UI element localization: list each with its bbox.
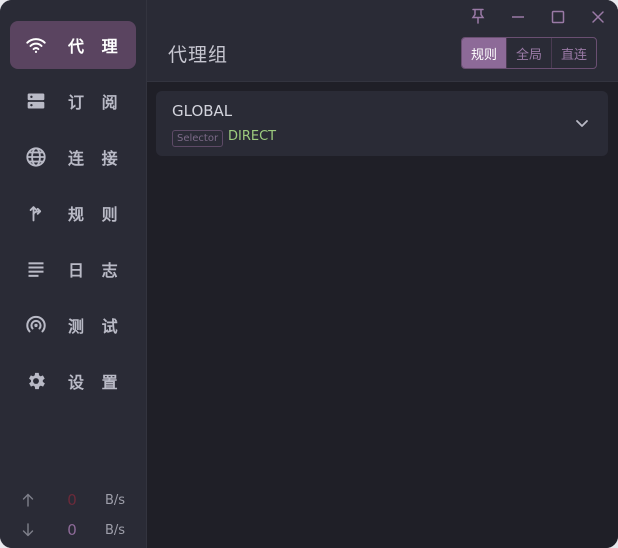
sidebar-item-label: 订 阅 [68,93,124,112]
sidebar-item-label: 连 接 [68,149,124,168]
pin-icon [471,8,485,28]
gear-icon [24,369,48,393]
arrow-down-icon [20,522,36,538]
upload-traffic: 0 B/s [0,488,146,512]
radar-icon [24,313,48,337]
sidebar-item-test[interactable]: 测 试 [10,301,136,349]
main-content: 代理组 规则 全局 直连 GLOBAL Selector DIRECT [147,0,618,548]
sidebar-item-logs[interactable]: 日 志 [10,245,136,293]
maximize-button[interactable] [548,8,568,28]
sidebar-item-subscription[interactable]: 订 阅 [10,77,136,125]
download-speed-value: 0 [67,521,77,539]
fork-arrow-icon [24,201,48,225]
maximize-icon [551,9,565,28]
sidebar-item-label: 日 志 [68,261,124,280]
minimize-icon [511,9,525,28]
upload-speed-unit: B/s [105,492,126,508]
mode-global-button[interactable]: 全局 [506,38,551,68]
download-speed-unit: B/s [105,522,126,538]
proxy-group-current: DIRECT [228,129,277,144]
mode-direct-button[interactable]: 直连 [551,38,596,68]
page-title: 代理组 [168,44,229,66]
sidebar-item-rules[interactable]: 规 则 [10,189,136,237]
pin-button[interactable] [468,8,488,28]
proxy-group-name: GLOBAL [172,102,233,120]
sidebar-item-connections[interactable]: 连 接 [10,133,136,181]
arrow-up-icon [20,492,36,508]
proxy-group-card[interactable]: GLOBAL Selector DIRECT [156,91,608,156]
sidebar-item-label: 测 试 [68,317,124,336]
server-icon [24,89,48,113]
download-traffic: 0 B/s [0,518,146,542]
sidebar-item-settings[interactable]: 设 置 [10,357,136,405]
sidebar-item-label: 设 置 [68,373,124,392]
globe-icon [24,145,48,169]
proxy-group-type-badge: Selector [172,130,224,147]
wifi-icon [24,33,48,57]
sidebar: 代 理 订 阅 连 接 规 则 日 志 测 试 设 置 0 B/s 0 B/s [0,0,147,548]
mode-rule-button[interactable]: 规则 [462,38,506,68]
minimize-button[interactable] [508,8,528,28]
sidebar-item-label: 规 则 [68,205,124,224]
close-button[interactable] [588,8,608,28]
chevron-down-icon[interactable] [574,115,590,131]
close-icon [591,9,605,28]
page-header: 代理组 规则 全局 直连 [147,0,618,82]
sidebar-item-label: 代 理 [68,37,124,56]
lines-icon [24,257,48,281]
upload-speed-value: 0 [67,491,77,509]
mode-switch: 规则 全局 直连 [461,37,597,69]
app-window: 代 理 订 阅 连 接 规 则 日 志 测 试 设 置 0 B/s 0 B/s … [0,0,618,548]
sidebar-item-proxy[interactable]: 代 理 [10,21,136,69]
